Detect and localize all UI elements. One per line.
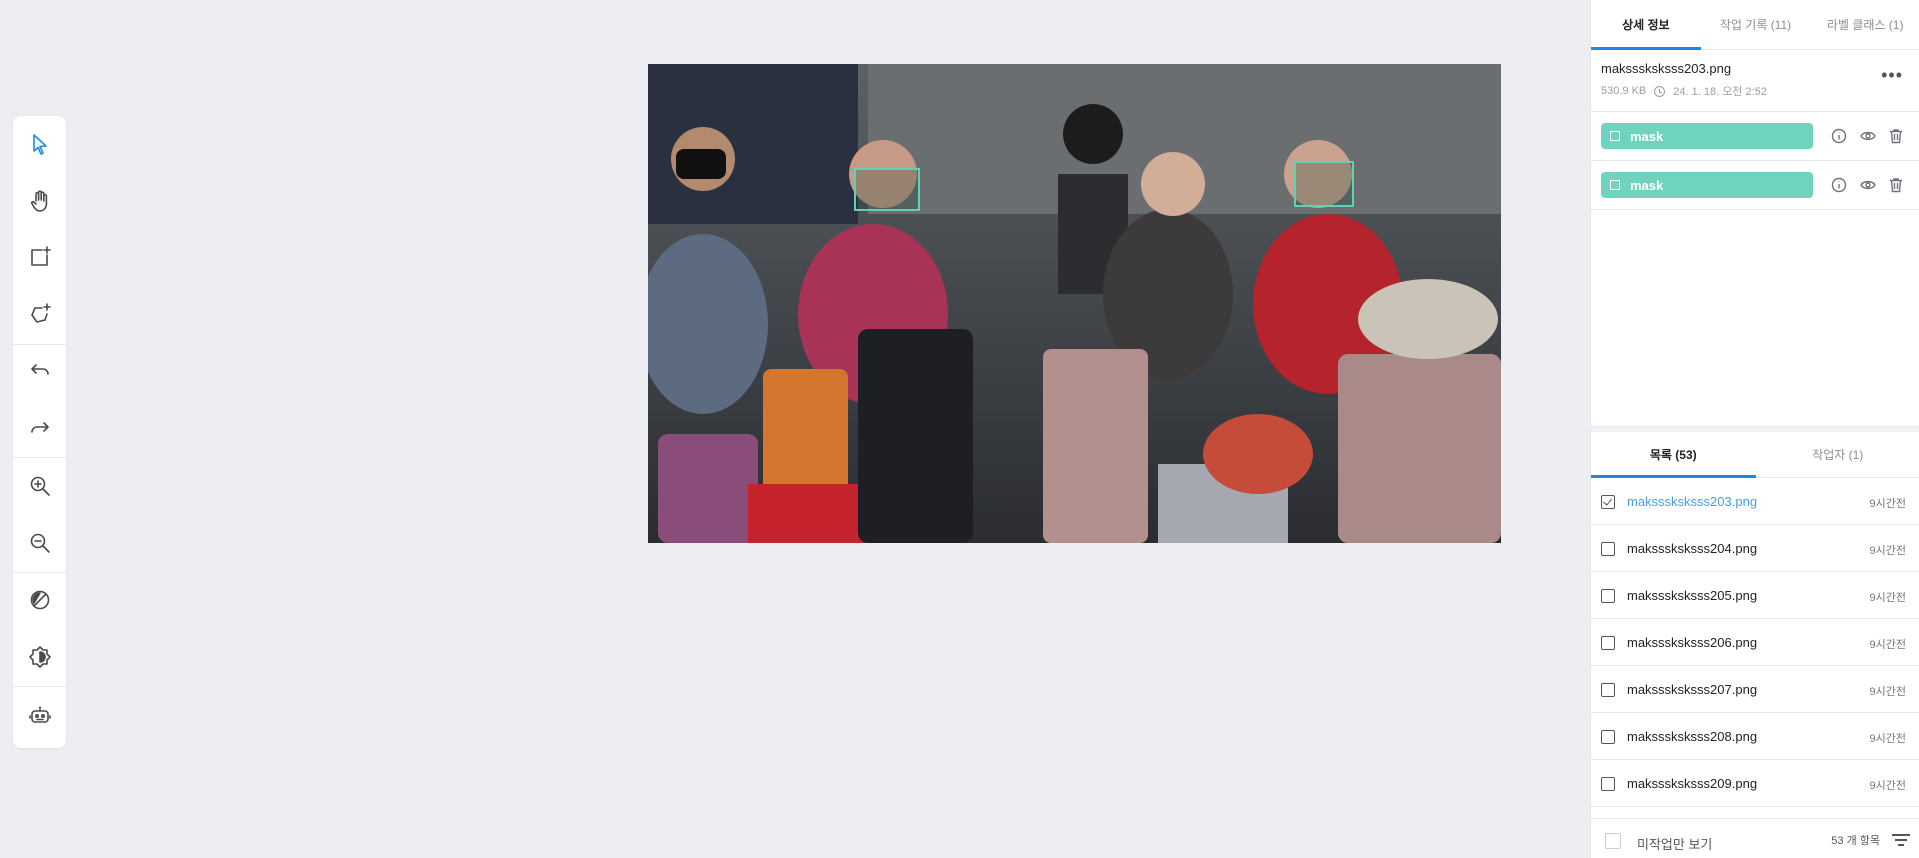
detail-tabs: 상세 정보 작업 기록 (11) 라벨 클래스 (1) — [1591, 0, 1919, 50]
trash-icon[interactable] — [1888, 177, 1904, 193]
list-item[interactable]: maksssksksss207.png 9시간전 — [1591, 666, 1919, 713]
file-info: maksssksksss203.png 530.9 KB 24. 1. 18. … — [1591, 50, 1919, 112]
zoom-in-button[interactable] — [13, 464, 66, 508]
eye-icon[interactable] — [1860, 128, 1876, 144]
list-item[interactable]: maksssksksss208.png 9시간전 — [1591, 713, 1919, 760]
list-item[interactable]: maksssksksss205.png 9시간전 — [1591, 572, 1919, 619]
hand-tool-button[interactable] — [13, 179, 66, 223]
undo-icon — [30, 364, 49, 375]
file-size: 530.9 KB — [1601, 85, 1647, 97]
file-icon — [1601, 542, 1615, 556]
file-icon — [1601, 683, 1615, 697]
photo — [648, 64, 1501, 543]
item-name: maksssksksss205.png — [1627, 588, 1758, 603]
zoom-out-button[interactable] — [13, 521, 66, 565]
label-row: mask — [1591, 161, 1919, 210]
box-shape-icon — [1610, 131, 1620, 141]
eye-icon[interactable] — [1860, 177, 1876, 193]
item-count: 53 개 항목 — [1831, 835, 1880, 847]
robot-icon — [28, 706, 51, 723]
hand-icon — [30, 190, 47, 212]
item-time: 9시간전 — [1869, 592, 1906, 604]
item-time: 9시간전 — [1869, 733, 1906, 745]
add-box-icon — [30, 246, 51, 266]
item-name: maksssksksss209.png — [1627, 776, 1758, 791]
item-time: 9시간전 — [1869, 686, 1906, 698]
file-icon — [1601, 777, 1615, 791]
auto-label-button[interactable] — [13, 693, 66, 737]
redo-icon — [30, 422, 49, 433]
clock-icon — [1654, 85, 1666, 97]
label-row: mask — [1591, 112, 1919, 161]
add-bbox-button[interactable] — [13, 235, 66, 279]
file-name: maksssksksss203.png — [1601, 61, 1732, 76]
brightness-button[interactable] — [13, 635, 66, 679]
list-item[interactable]: maksssksksss209.png 9시간전 — [1591, 760, 1919, 807]
info-icon[interactable] — [1831, 128, 1847, 144]
zoom-in-icon — [30, 476, 50, 496]
item-name: maksssksksss206.png — [1627, 635, 1758, 650]
add-polygon-button[interactable] — [13, 292, 66, 336]
undo-button[interactable] — [13, 350, 66, 394]
info-icon[interactable] — [1831, 177, 1847, 193]
list-item[interactable]: maksssksksss204.png 9시간전 — [1591, 525, 1919, 572]
tool-palette — [13, 116, 66, 748]
redo-button[interactable] — [13, 406, 66, 450]
item-name: maksssksksss203.png — [1627, 494, 1758, 509]
file-meta: 530.9 KB 24. 1. 18. 오전 2:52 — [1601, 83, 1767, 99]
list-item[interactable]: maksssksksss206.png 9시간전 — [1591, 619, 1919, 666]
tab-details[interactable]: 상세 정보 — [1591, 0, 1701, 50]
file-icon — [1601, 730, 1615, 744]
list-tabs: 목록 (53) 작업자 (1) — [1591, 432, 1919, 478]
item-name: maksssksksss207.png — [1627, 682, 1758, 697]
file-icon — [1601, 636, 1615, 650]
box-shape-icon — [1610, 180, 1620, 190]
label-name: mask — [1630, 177, 1664, 193]
item-time: 9시간전 — [1869, 639, 1906, 651]
filter-icon[interactable] — [1892, 833, 1910, 847]
checked-file-icon — [1601, 495, 1615, 509]
list-item[interactable]: maksssksksss203.png 9시간전 — [1591, 478, 1919, 525]
file-date: 24. 1. 18. 오전 2:52 — [1673, 86, 1767, 98]
unworked-only-label: 미작업만 보기 — [1637, 837, 1713, 852]
brightness-icon — [28, 646, 51, 668]
item-name: maksssksksss204.png — [1627, 541, 1758, 556]
more-options-icon[interactable]: ••• — [1881, 66, 1903, 84]
item-name: maksssksksss208.png — [1627, 729, 1758, 744]
annotation-bbox[interactable] — [854, 168, 920, 211]
tab-history[interactable]: 작업 기록 (11) — [1701, 0, 1811, 49]
unworked-only-checkbox[interactable] — [1605, 833, 1621, 849]
label-name: mask — [1630, 128, 1664, 144]
canvas-image[interactable] — [648, 64, 1501, 543]
label-chip[interactable]: mask — [1601, 123, 1813, 149]
select-tool-button[interactable] — [13, 122, 66, 166]
item-time: 9시간전 — [1869, 498, 1906, 510]
item-time: 9시간전 — [1869, 780, 1906, 792]
add-polygon-icon — [30, 303, 51, 323]
item-time: 9시간전 — [1869, 545, 1906, 557]
label-chip[interactable]: mask — [1601, 172, 1813, 198]
trash-icon[interactable] — [1888, 128, 1904, 144]
file-list: maksssksksss203.png 9시간전 maksssksksss204… — [1591, 478, 1919, 816]
tab-file-list[interactable]: 목록 (53) — [1591, 432, 1756, 478]
contrast-icon — [30, 590, 49, 610]
annotation-bbox[interactable] — [1294, 161, 1354, 207]
tab-workers[interactable]: 작업자 (1) — [1756, 432, 1919, 477]
list-footer: 미작업만 보기 53 개 항목 — [1591, 818, 1919, 858]
side-panel: 상세 정보 작업 기록 (11) 라벨 클래스 (1) maksssksksss… — [1590, 0, 1919, 858]
tab-label-classes[interactable]: 라벨 클래스 (1) — [1810, 0, 1919, 49]
contrast-button[interactable] — [13, 578, 66, 622]
zoom-out-icon — [30, 533, 50, 553]
select-icon — [32, 134, 47, 155]
file-icon — [1601, 589, 1615, 603]
